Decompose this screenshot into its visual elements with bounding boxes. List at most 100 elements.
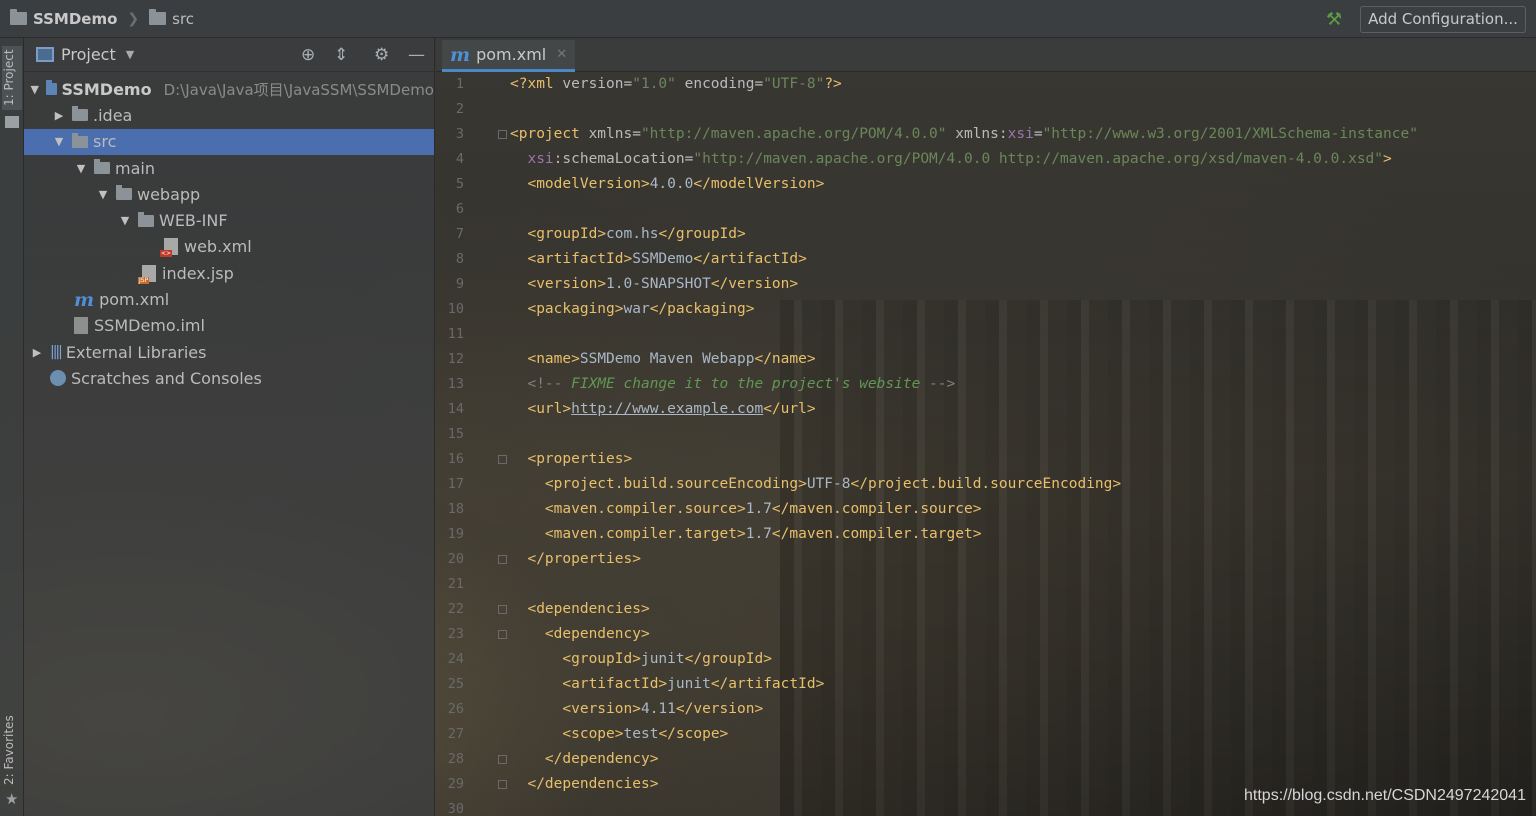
tab-label: pom.xml [476,45,547,64]
tree-label: webapp [137,184,201,204]
project-tool-tab[interactable]: 1: Project [2,46,22,110]
line-number: 14 [447,401,464,417]
code-line[interactable]: <url>http://www.example.com</url> [510,397,815,422]
code-line[interactable]: </dependency> [510,747,659,772]
editor-tab-bar: m pom.xml ✕ [436,38,1536,72]
code-line[interactable]: <project.build.sourceEncoding>UTF-8</pro… [510,472,1121,497]
folder-icon [72,106,88,122]
chevron-down-icon[interactable]: ▼ [126,48,134,61]
code-line[interactable]: <properties> [510,447,632,472]
expand-arrow-icon[interactable]: ▶ [52,109,66,122]
tree-item-src[interactable]: ▼ src [24,128,434,155]
code-line[interactable]: <dependencies> [510,597,649,622]
expand-arrow-icon[interactable]: ▼ [30,83,40,96]
code-line[interactable]: <?xml version="1.0" encoding="UTF-8"?> [510,72,842,97]
project-view-selector[interactable]: Project [61,45,116,64]
code-line[interactable]: <maven.compiler.source>1.7</maven.compil… [510,497,982,522]
code-editor[interactable]: <?xml version="1.0" encoding="UTF-8"?> <p… [500,72,1536,816]
code-line[interactable]: <groupId>com.hs</groupId> [510,222,745,247]
code-line[interactable]: <dependency> [510,622,650,647]
tree-label: WEB-INF [159,211,228,231]
code-line[interactable]: <modelVersion>4.0.0</modelVersion> [510,172,824,197]
code-line[interactable]: </dependencies> [510,772,658,797]
code-line[interactable]: <groupId>junit</groupId> [510,647,772,672]
code-line[interactable]: </properties> [510,547,641,572]
line-number: 29 [447,776,464,792]
line-number: 15 [447,426,464,442]
title-bar: SSMDemo ❯ src ⚒ Add Configuration... [0,0,1536,38]
close-icon[interactable]: ✕ [556,47,567,62]
line-number: 24 [447,651,464,667]
code-line[interactable]: <name>SSMDemo Maven Webapp</name> [510,347,815,372]
code-line[interactable]: <maven.compiler.target>1.7</maven.compil… [510,522,982,547]
line-number: 12 [447,351,464,367]
tab-pom-xml[interactable]: m pom.xml ✕ [442,40,576,72]
tree-item-webapp[interactable]: ▼ webapp [24,181,434,207]
add-configuration-button[interactable]: Add Configuration... [1360,6,1526,33]
folder-icon [5,116,19,128]
expand-arrow-icon[interactable]: ▼ [96,188,110,201]
xml-file-icon: <> [160,238,178,258]
breadcrumb: SSMDemo ❯ src [0,9,194,28]
expand-arrow-icon[interactable]: ▼ [74,162,88,175]
code-line[interactable]: <artifactId>SSMDemo</artifactId> [510,247,806,272]
breadcrumb-project[interactable]: SSMDemo [33,10,117,28]
expand-arrow-icon[interactable]: ▼ [52,135,66,148]
star-icon: ★ [5,790,19,808]
tree-item-web-xml[interactable]: <> web.xml [24,234,434,260]
line-number: 25 [447,676,464,692]
tree-label: Scratches and Consoles [71,368,262,388]
code-line[interactable]: <artifactId>junit</artifactId> [510,672,824,697]
folder-icon [138,211,154,227]
maven-icon: m [74,288,95,311]
collapse-all-icon[interactable]: ⇕ [334,45,348,65]
line-number: 8 [455,251,464,267]
gear-icon[interactable]: ⚙ [374,45,389,65]
libraries-icon: |||| [50,344,63,361]
locate-icon[interactable]: ⊕ [301,45,315,65]
tree-item-external-libraries[interactable]: ▶ |||| External Libraries [24,339,434,365]
line-number: 19 [447,526,464,542]
hammer-icon[interactable]: ⚒ [1326,9,1342,30]
code-line[interactable]: <version>4.11</version> [510,697,763,722]
tree-path: D:\Java\Java项目\JavaSSM\SSMDemo [163,80,434,99]
tree-item-pom-xml[interactable]: m pom.xml [24,286,434,312]
project-tree: ▼ SSMDemo D:\Java\Java项目\JavaSSM\SSMDemo… [24,72,434,392]
tree-item-index-jsp[interactable]: JSP index.jsp [24,260,434,286]
expand-arrow-icon[interactable]: ▼ [118,214,132,227]
tree-label: index.jsp [162,263,234,283]
favorites-tool-tab[interactable]: 2: Favorites [2,714,22,786]
line-number: 23 [447,626,464,642]
minimize-icon[interactable]: — [408,45,425,65]
line-number: 30 [447,801,464,816]
tree-label: pom.xml [99,290,170,310]
line-number: 5 [455,176,464,192]
module-folder-icon [45,80,57,96]
line-number: 22 [447,601,464,617]
code-line[interactable]: <project xmlns="http://maven.apache.org/… [510,122,1418,147]
tree-item-web-inf[interactable]: ▼ WEB-INF [24,207,434,233]
tree-item-iml[interactable]: SSMDemo.iml [24,313,434,339]
code-line[interactable]: <packaging>war</packaging> [510,297,754,322]
line-number: 7 [455,226,464,242]
folder-icon [149,9,167,25]
code-line[interactable]: xsi:schemaLocation="http://maven.apache.… [510,147,1391,172]
folder-icon [72,132,88,148]
tree-item-idea[interactable]: ▶ .idea [24,102,434,128]
code-line[interactable]: <scope>test</scope> [510,722,728,747]
tree-item-scratches[interactable]: Scratches and Consoles [24,365,434,391]
line-number: 10 [447,301,464,317]
breadcrumb-src[interactable]: src [172,10,194,28]
watermark-text: https://blog.csdn.net/CSDN2497242041 [1244,787,1526,804]
code-line[interactable]: <version>1.0-SNAPSHOT</version> [510,272,798,297]
tree-item-ssmdemo[interactable]: ▼ SSMDemo D:\Java\Java项目\JavaSSM\SSMDemo [24,76,434,102]
line-number: 27 [447,726,464,742]
line-number: 6 [455,201,464,217]
chevron-right-icon: ❯ [127,10,140,27]
left-tool-strip: 1: Project 2: Favorites ★ [0,38,24,816]
expand-arrow-icon[interactable]: ▶ [30,346,44,359]
line-number: 3 [455,126,464,142]
tree-item-main[interactable]: ▼ main [24,155,434,181]
code-line[interactable]: <!-- FIXME change it to the project's we… [510,372,955,397]
scratches-icon [50,370,66,387]
